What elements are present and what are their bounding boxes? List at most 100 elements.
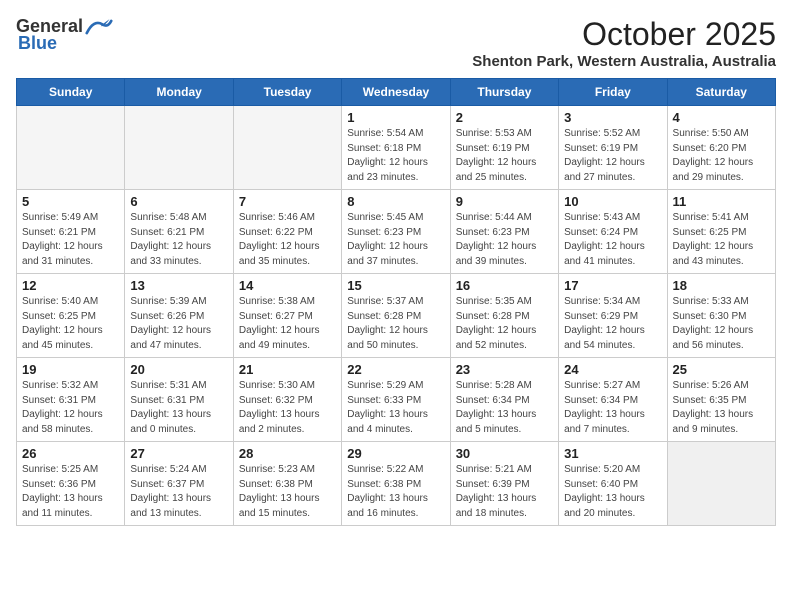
day-info: Sunrise: 5:40 AM Sunset: 6:25 PM Dayligh…	[22, 295, 119, 353]
day-number: 13	[130, 278, 227, 293]
calendar-week-row: 12 Sunrise: 5:40 AM Sunset: 6:25 PM Dayli…	[17, 274, 776, 358]
day-info: Sunrise: 5:44 AM Sunset: 6:23 PM Dayligh…	[456, 211, 553, 269]
location-title: Shenton Park, Western Australia, Austral…	[472, 53, 776, 70]
day-number: 6	[130, 194, 227, 209]
calendar-cell	[17, 106, 125, 190]
calendar-cell: 24 Sunrise: 5:27 AM Sunset: 6:34 PM Dayli…	[559, 358, 667, 442]
calendar-table: SundayMondayTuesdayWednesdayThursdayFrid…	[16, 78, 776, 526]
calendar-cell: 31 Sunrise: 5:20 AM Sunset: 6:40 PM Dayli…	[559, 442, 667, 526]
day-number: 11	[673, 194, 770, 209]
calendar-week-row: 5 Sunrise: 5:49 AM Sunset: 6:21 PM Daylig…	[17, 190, 776, 274]
day-info: Sunrise: 5:33 AM Sunset: 6:30 PM Dayligh…	[673, 295, 770, 353]
calendar-cell: 16Sunrise: 5:35 AM Sunset: 6:28 PM Dayli…	[450, 274, 558, 358]
day-info: Sunrise: 5:22 AM Sunset: 6:38 PM Dayligh…	[347, 463, 444, 521]
day-number: 24	[564, 362, 661, 377]
weekday-header-monday: Monday	[125, 79, 233, 106]
day-number: 16	[456, 278, 553, 293]
calendar-week-row: 26Sunrise: 5:25 AM Sunset: 6:36 PM Dayli…	[17, 442, 776, 526]
calendar-cell: 19 Sunrise: 5:32 AM Sunset: 6:31 PM Dayli…	[17, 358, 125, 442]
calendar-cell: 21Sunrise: 5:30 AM Sunset: 6:32 PM Dayli…	[233, 358, 341, 442]
logo-text-blue: Blue	[18, 33, 57, 54]
day-info: Sunrise: 5:38 AM Sunset: 6:27 PM Dayligh…	[239, 295, 336, 353]
day-number: 1	[347, 110, 444, 125]
day-info: Sunrise: 5:31 AM Sunset: 6:31 PM Dayligh…	[130, 379, 227, 437]
day-number: 14	[239, 278, 336, 293]
day-info: Sunrise: 5:21 AM Sunset: 6:39 PM Dayligh…	[456, 463, 553, 521]
day-number: 25	[673, 362, 770, 377]
day-info: Sunrise: 5:24 AM Sunset: 6:37 PM Dayligh…	[130, 463, 227, 521]
day-info: Sunrise: 5:26 AM Sunset: 6:35 PM Dayligh…	[673, 379, 770, 437]
weekday-header-friday: Friday	[559, 79, 667, 106]
day-number: 27	[130, 446, 227, 461]
weekday-header-saturday: Saturday	[667, 79, 775, 106]
calendar-cell: 12 Sunrise: 5:40 AM Sunset: 6:25 PM Dayli…	[17, 274, 125, 358]
day-info: Sunrise: 5:49 AM Sunset: 6:21 PM Dayligh…	[22, 211, 119, 269]
day-info: Sunrise: 5:27 AM Sunset: 6:34 PM Dayligh…	[564, 379, 661, 437]
calendar-cell: 14 Sunrise: 5:38 AM Sunset: 6:27 PM Dayli…	[233, 274, 341, 358]
day-number: 17	[564, 278, 661, 293]
weekday-header-thursday: Thursday	[450, 79, 558, 106]
calendar-cell: 13 Sunrise: 5:39 AM Sunset: 6:26 PM Dayli…	[125, 274, 233, 358]
calendar-cell: 22Sunrise: 5:29 AM Sunset: 6:33 PM Dayli…	[342, 358, 450, 442]
calendar-cell: 20 Sunrise: 5:31 AM Sunset: 6:31 PM Dayli…	[125, 358, 233, 442]
calendar-cell: 25 Sunrise: 5:26 AM Sunset: 6:35 PM Dayli…	[667, 358, 775, 442]
calendar-cell	[125, 106, 233, 190]
day-number: 5	[22, 194, 119, 209]
calendar-cell: 26Sunrise: 5:25 AM Sunset: 6:36 PM Dayli…	[17, 442, 125, 526]
calendar-cell: 23Sunrise: 5:28 AM Sunset: 6:34 PM Dayli…	[450, 358, 558, 442]
calendar-cell: 11 Sunrise: 5:41 AM Sunset: 6:25 PM Dayli…	[667, 190, 775, 274]
day-info: Sunrise: 5:45 AM Sunset: 6:23 PM Dayligh…	[347, 211, 444, 269]
calendar-week-row: 1 Sunrise: 5:54 AM Sunset: 6:18 PM Daylig…	[17, 106, 776, 190]
calendar-cell: 8 Sunrise: 5:45 AM Sunset: 6:23 PM Daylig…	[342, 190, 450, 274]
calendar-cell: 29 Sunrise: 5:22 AM Sunset: 6:38 PM Dayli…	[342, 442, 450, 526]
day-number: 8	[347, 194, 444, 209]
day-number: 15	[347, 278, 444, 293]
calendar-cell: 30 Sunrise: 5:21 AM Sunset: 6:39 PM Dayli…	[450, 442, 558, 526]
calendar-cell: 6Sunrise: 5:48 AM Sunset: 6:21 PM Daylig…	[125, 190, 233, 274]
day-number: 18	[673, 278, 770, 293]
calendar-cell: 7 Sunrise: 5:46 AM Sunset: 6:22 PM Daylig…	[233, 190, 341, 274]
title-area: October 2025 Shenton Park, Western Austr…	[472, 16, 776, 70]
day-info: Sunrise: 5:54 AM Sunset: 6:18 PM Dayligh…	[347, 127, 444, 185]
calendar-cell: 27 Sunrise: 5:24 AM Sunset: 6:37 PM Dayli…	[125, 442, 233, 526]
weekday-header-sunday: Sunday	[17, 79, 125, 106]
calendar-cell: 15 Sunrise: 5:37 AM Sunset: 6:28 PM Dayli…	[342, 274, 450, 358]
calendar-cell: 2Sunrise: 5:53 AM Sunset: 6:19 PM Daylig…	[450, 106, 558, 190]
day-number: 28	[239, 446, 336, 461]
day-info: Sunrise: 5:34 AM Sunset: 6:29 PM Dayligh…	[564, 295, 661, 353]
day-info: Sunrise: 5:41 AM Sunset: 6:25 PM Dayligh…	[673, 211, 770, 269]
calendar-cell: 3Sunrise: 5:52 AM Sunset: 6:19 PM Daylig…	[559, 106, 667, 190]
day-info: Sunrise: 5:43 AM Sunset: 6:24 PM Dayligh…	[564, 211, 661, 269]
day-info: Sunrise: 5:23 AM Sunset: 6:38 PM Dayligh…	[239, 463, 336, 521]
page-header: General Blue October 2025 Shenton Park, …	[16, 16, 776, 70]
day-info: Sunrise: 5:28 AM Sunset: 6:34 PM Dayligh…	[456, 379, 553, 437]
day-number: 3	[564, 110, 661, 125]
day-info: Sunrise: 5:46 AM Sunset: 6:22 PM Dayligh…	[239, 211, 336, 269]
calendar-week-row: 19 Sunrise: 5:32 AM Sunset: 6:31 PM Dayli…	[17, 358, 776, 442]
calendar-cell: 5 Sunrise: 5:49 AM Sunset: 6:21 PM Daylig…	[17, 190, 125, 274]
day-info: Sunrise: 5:37 AM Sunset: 6:28 PM Dayligh…	[347, 295, 444, 353]
month-title: October 2025	[472, 16, 776, 53]
calendar-cell: 28 Sunrise: 5:23 AM Sunset: 6:38 PM Dayli…	[233, 442, 341, 526]
day-number: 20	[130, 362, 227, 377]
day-number: 12	[22, 278, 119, 293]
day-info: Sunrise: 5:53 AM Sunset: 6:19 PM Dayligh…	[456, 127, 553, 185]
day-info: Sunrise: 5:50 AM Sunset: 6:20 PM Dayligh…	[673, 127, 770, 185]
calendar-cell: 18 Sunrise: 5:33 AM Sunset: 6:30 PM Dayli…	[667, 274, 775, 358]
day-info: Sunrise: 5:25 AM Sunset: 6:36 PM Dayligh…	[22, 463, 119, 521]
calendar-cell	[233, 106, 341, 190]
calendar-cell: 1 Sunrise: 5:54 AM Sunset: 6:18 PM Daylig…	[342, 106, 450, 190]
day-number: 10	[564, 194, 661, 209]
day-info: Sunrise: 5:29 AM Sunset: 6:33 PM Dayligh…	[347, 379, 444, 437]
logo-bird-icon	[85, 17, 113, 37]
day-number: 4	[673, 110, 770, 125]
calendar-cell: 10 Sunrise: 5:43 AM Sunset: 6:24 PM Dayli…	[559, 190, 667, 274]
day-number: 19	[22, 362, 119, 377]
day-number: 30	[456, 446, 553, 461]
day-number: 31	[564, 446, 661, 461]
day-info: Sunrise: 5:32 AM Sunset: 6:31 PM Dayligh…	[22, 379, 119, 437]
day-info: Sunrise: 5:20 AM Sunset: 6:40 PM Dayligh…	[564, 463, 661, 521]
day-info: Sunrise: 5:39 AM Sunset: 6:26 PM Dayligh…	[130, 295, 227, 353]
day-number: 29	[347, 446, 444, 461]
day-number: 7	[239, 194, 336, 209]
